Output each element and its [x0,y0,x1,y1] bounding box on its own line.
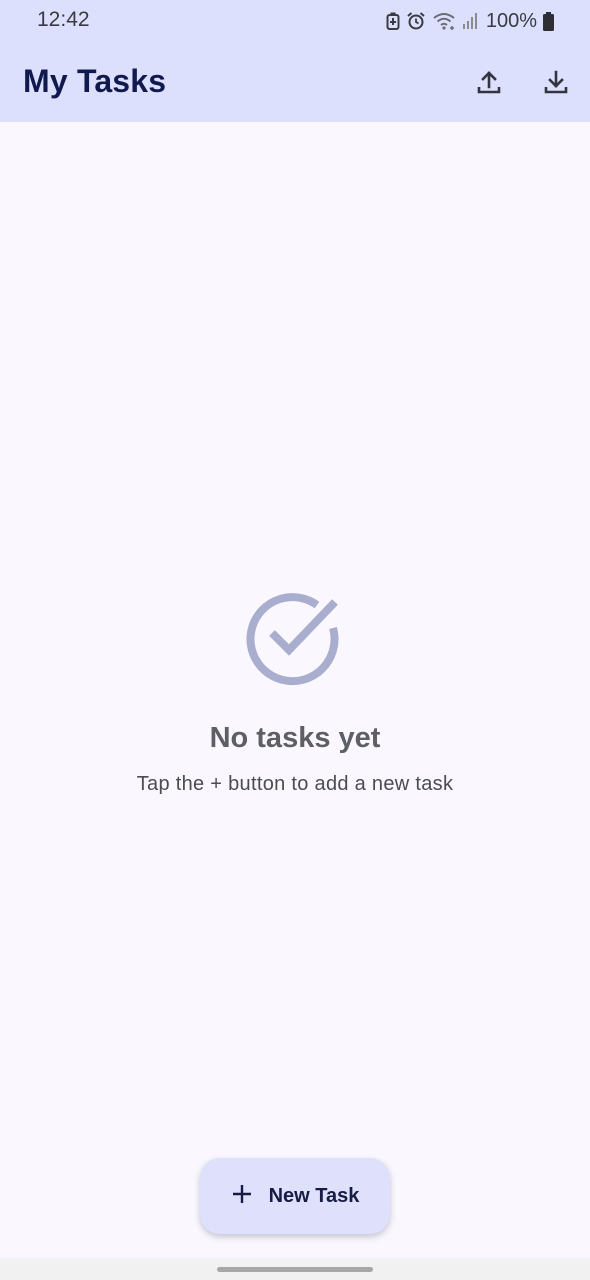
upload-button[interactable] [469,64,509,104]
battery-icon [543,11,554,31]
status-bar: 12:42 100% [0,0,590,44]
app-bar: My Tasks [0,44,590,122]
empty-state-subtitle: Tap the + button to add a new task [136,773,454,795]
alarm-icon [406,11,426,31]
new-task-label: New Task [268,1184,360,1207]
download-icon [543,69,569,100]
plus-icon [231,1183,253,1210]
check-circle-icon [0,588,590,688]
upload-icon [476,69,502,100]
empty-state: No tasks yet Tap the + button to add a n… [0,588,590,796]
wifi-icon [432,12,456,30]
empty-state-title: No tasks yet [209,722,381,754]
page-title: My Tasks [23,63,167,99]
signal-icon [462,12,478,30]
navigation-bar [0,1258,590,1280]
status-time: 12:42 [37,8,90,31]
status-icons: 100% [386,8,554,34]
battery-saver-icon [386,12,400,30]
download-button[interactable] [536,64,576,104]
battery-percent: 100% [485,9,537,32]
home-gesture-handle[interactable] [217,1267,373,1272]
new-task-button[interactable]: New Task [200,1158,390,1234]
